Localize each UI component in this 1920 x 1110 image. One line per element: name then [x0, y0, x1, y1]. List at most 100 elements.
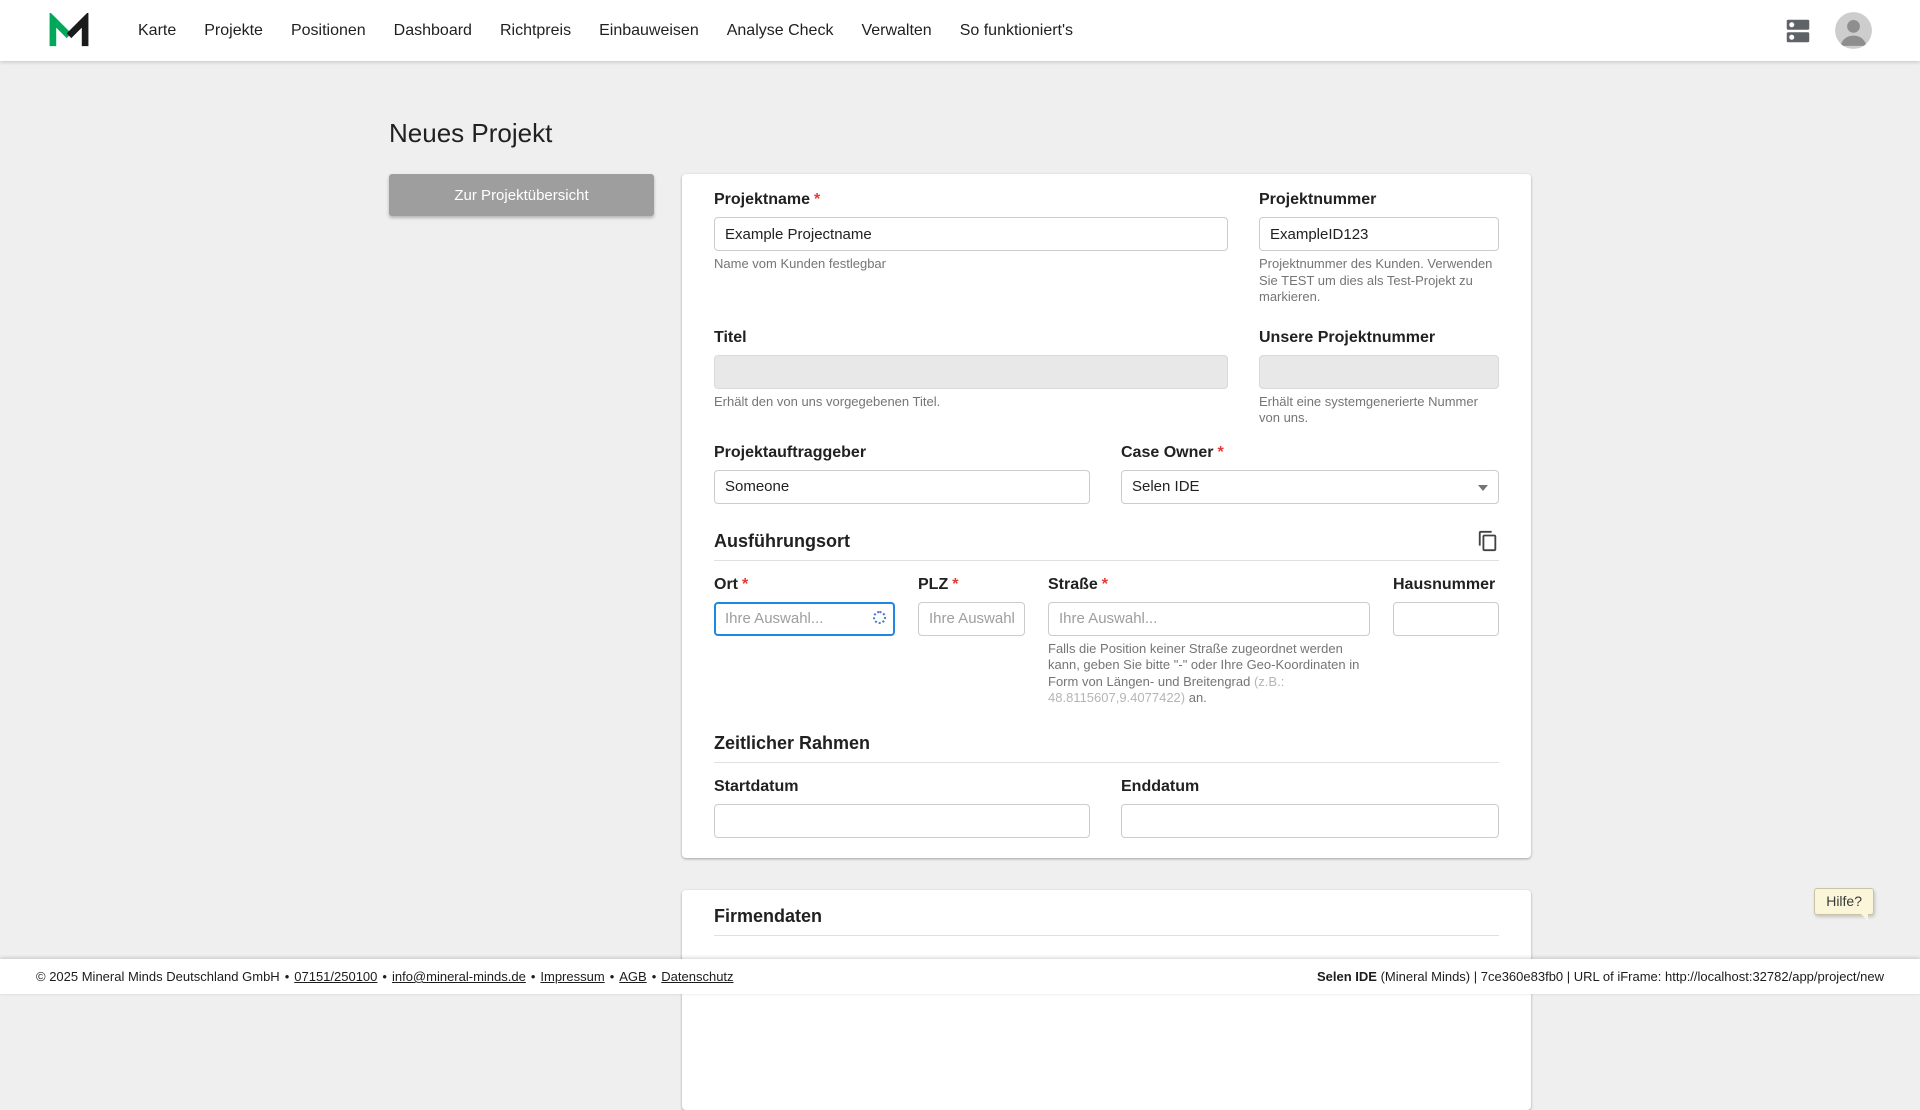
unsere-projektnummer-input	[1259, 355, 1499, 389]
ort-input[interactable]	[714, 602, 895, 636]
plz-input[interactable]	[918, 602, 1025, 636]
startdatum-label: Startdatum	[714, 777, 1090, 796]
separator: •	[382, 969, 387, 984]
top-navbar: Karte Projekte Positionen Dashboard Rich…	[0, 0, 1920, 61]
projektname-helper: Name vom Kunden festlegbar	[714, 256, 1228, 273]
firmendaten-card: Firmendaten	[682, 890, 1531, 1110]
separator: •	[652, 969, 657, 984]
strasse-input[interactable]	[1048, 602, 1370, 636]
copy-icon[interactable]	[1477, 530, 1499, 552]
separator: •	[610, 969, 615, 984]
field-strasse: Straße* Falls die Position keiner Straße…	[1048, 575, 1370, 707]
footer-link-phone[interactable]: 07151/250100	[294, 969, 377, 984]
strasse-helper-suffix: an.	[1185, 690, 1207, 705]
enddatum-input[interactable]	[1121, 804, 1499, 838]
field-projektname: Projektname* Name vom Kunden festlegbar	[714, 190, 1228, 273]
footer-link-datenschutz[interactable]: Datenschutz	[661, 969, 733, 984]
section-firmendaten-title: Firmendaten	[714, 906, 822, 927]
field-plz: PLZ*	[918, 575, 1025, 636]
projektname-input[interactable]	[714, 217, 1228, 251]
left-column: Zur Projektübersicht	[389, 174, 654, 216]
titel-input	[714, 355, 1228, 389]
enddatum-label: Enddatum	[1121, 777, 1499, 796]
copyright-text: © 2025 Mineral Minds Deutschland GmbH	[36, 969, 280, 984]
separator: •	[531, 969, 536, 984]
field-unsere-projektnummer: Unsere Projektnummer Erhält eine systemg…	[1259, 328, 1499, 427]
projektauftraggeber-input[interactable]	[714, 470, 1090, 504]
form-row-titel: Titel Erhält den von uns vorgegebenen Ti…	[714, 328, 1499, 427]
help-button[interactable]: Hilfe?	[1814, 888, 1874, 915]
projektauftraggeber-label: Projektauftraggeber	[714, 443, 1090, 462]
field-enddatum: Enddatum	[1121, 777, 1499, 838]
required-marker: *	[1217, 444, 1223, 461]
form-row-dates: Startdatum Enddatum	[714, 777, 1499, 838]
required-marker: *	[814, 191, 820, 208]
unsere-projektnummer-helper: Erhält eine systemgenerierte Nummer von …	[1259, 394, 1499, 427]
projektnummer-helper: Projektnummer des Kunden. Verwenden Sie …	[1259, 256, 1499, 306]
field-titel: Titel Erhält den von uns vorgegebenen Ti…	[714, 328, 1228, 411]
section-ausfuehrungsort-title: Ausführungsort	[714, 531, 850, 552]
case-owner-label: Case Owner*	[1121, 443, 1499, 462]
hausnummer-label: Hausnummer	[1393, 575, 1499, 594]
form-row-name-number: Projektname* Name vom Kunden festlegbar …	[714, 190, 1499, 306]
back-to-project-overview-button[interactable]: Zur Projektübersicht	[389, 174, 654, 216]
footer-left: © 2025 Mineral Minds Deutschland GmbH • 07…	[36, 969, 734, 984]
page-title: Neues Projekt	[389, 118, 1531, 149]
section-zeitlicher-rahmen-header: Zeitlicher Rahmen	[714, 733, 1499, 763]
section-zeitlicher-rahmen-title: Zeitlicher Rahmen	[714, 733, 870, 754]
nav-item-projekte[interactable]: Projekte	[190, 0, 277, 61]
project-form-card: Projektname* Name vom Kunden festlegbar …	[682, 174, 1531, 858]
form-row-auftraggeber: Projektauftraggeber Case Owner* Selen ID…	[714, 443, 1499, 504]
startdatum-input[interactable]	[714, 804, 1090, 838]
server-icon[interactable]	[1783, 16, 1813, 46]
strasse-label-text: Straße	[1048, 576, 1098, 593]
case-owner-select[interactable]: Selen IDE	[1121, 470, 1499, 504]
footer-link-agb[interactable]: AGB	[619, 969, 646, 984]
footer: © 2025 Mineral Minds Deutschland GmbH • 07…	[0, 959, 1920, 994]
projektnummer-input[interactable]	[1259, 217, 1499, 251]
plz-label-text: PLZ	[918, 576, 948, 593]
nav-item-verwalten[interactable]: Verwalten	[847, 0, 945, 61]
nav-item-so-funktionierts[interactable]: So funktioniert's	[946, 0, 1087, 61]
nav-item-einbauweisen[interactable]: Einbauweisen	[585, 0, 713, 61]
main-nav: Karte Projekte Positionen Dashboard Rich…	[124, 0, 1087, 61]
nav-item-karte[interactable]: Karte	[124, 0, 190, 61]
logo-m-icon	[48, 13, 90, 49]
nav-item-richtpreis[interactable]: Richtpreis	[486, 0, 585, 61]
user-avatar-icon[interactable]	[1835, 12, 1872, 49]
required-marker: *	[742, 576, 748, 593]
field-hausnummer: Hausnummer	[1393, 575, 1499, 636]
separator: •	[285, 969, 290, 984]
strasse-helper-text: Falls die Position keiner Straße zugeord…	[1048, 641, 1359, 689]
case-owner-label-text: Case Owner	[1121, 444, 1213, 461]
footer-link-impressum[interactable]: Impressum	[540, 969, 604, 984]
hausnummer-input[interactable]	[1393, 602, 1499, 636]
section-ausfuehrungsort-header: Ausführungsort	[714, 530, 1499, 561]
required-marker: *	[1102, 576, 1108, 593]
ort-label-text: Ort	[714, 576, 738, 593]
strasse-helper: Falls die Position keiner Straße zugeord…	[1048, 641, 1370, 707]
unsere-projektnummer-label: Unsere Projektnummer	[1259, 328, 1499, 347]
plz-label: PLZ*	[918, 575, 1025, 594]
mineral-minds-logo[interactable]	[48, 13, 90, 49]
projektname-label-text: Projektname	[714, 191, 810, 208]
field-startdatum: Startdatum	[714, 777, 1090, 838]
nav-item-analyse-check[interactable]: Analyse Check	[713, 0, 848, 61]
form-row-address: Ort* PLZ*	[714, 575, 1499, 707]
titel-helper: Erhält den von uns vorgegebenen Titel.	[714, 394, 1228, 411]
loading-spinner	[873, 611, 886, 624]
strasse-label: Straße*	[1048, 575, 1370, 594]
footer-link-email[interactable]: info@mineral-minds.de	[392, 969, 526, 984]
nav-item-dashboard[interactable]: Dashboard	[380, 0, 486, 61]
projektnummer-label: Projektnummer	[1259, 190, 1499, 209]
field-projektauftraggeber: Projektauftraggeber	[714, 443, 1090, 504]
navbar-actions	[1783, 12, 1872, 49]
nav-item-positionen[interactable]: Positionen	[277, 0, 380, 61]
projektname-label: Projektname*	[714, 190, 1228, 209]
session-user: Selen IDE	[1317, 969, 1377, 984]
field-case-owner: Case Owner* Selen IDE	[1121, 443, 1499, 504]
required-marker: *	[952, 576, 958, 593]
field-ort: Ort*	[714, 575, 895, 636]
footer-session-info: Selen IDE (Mineral Minds) | 7ce360e83fb0…	[1317, 969, 1884, 984]
ort-label: Ort*	[714, 575, 895, 594]
